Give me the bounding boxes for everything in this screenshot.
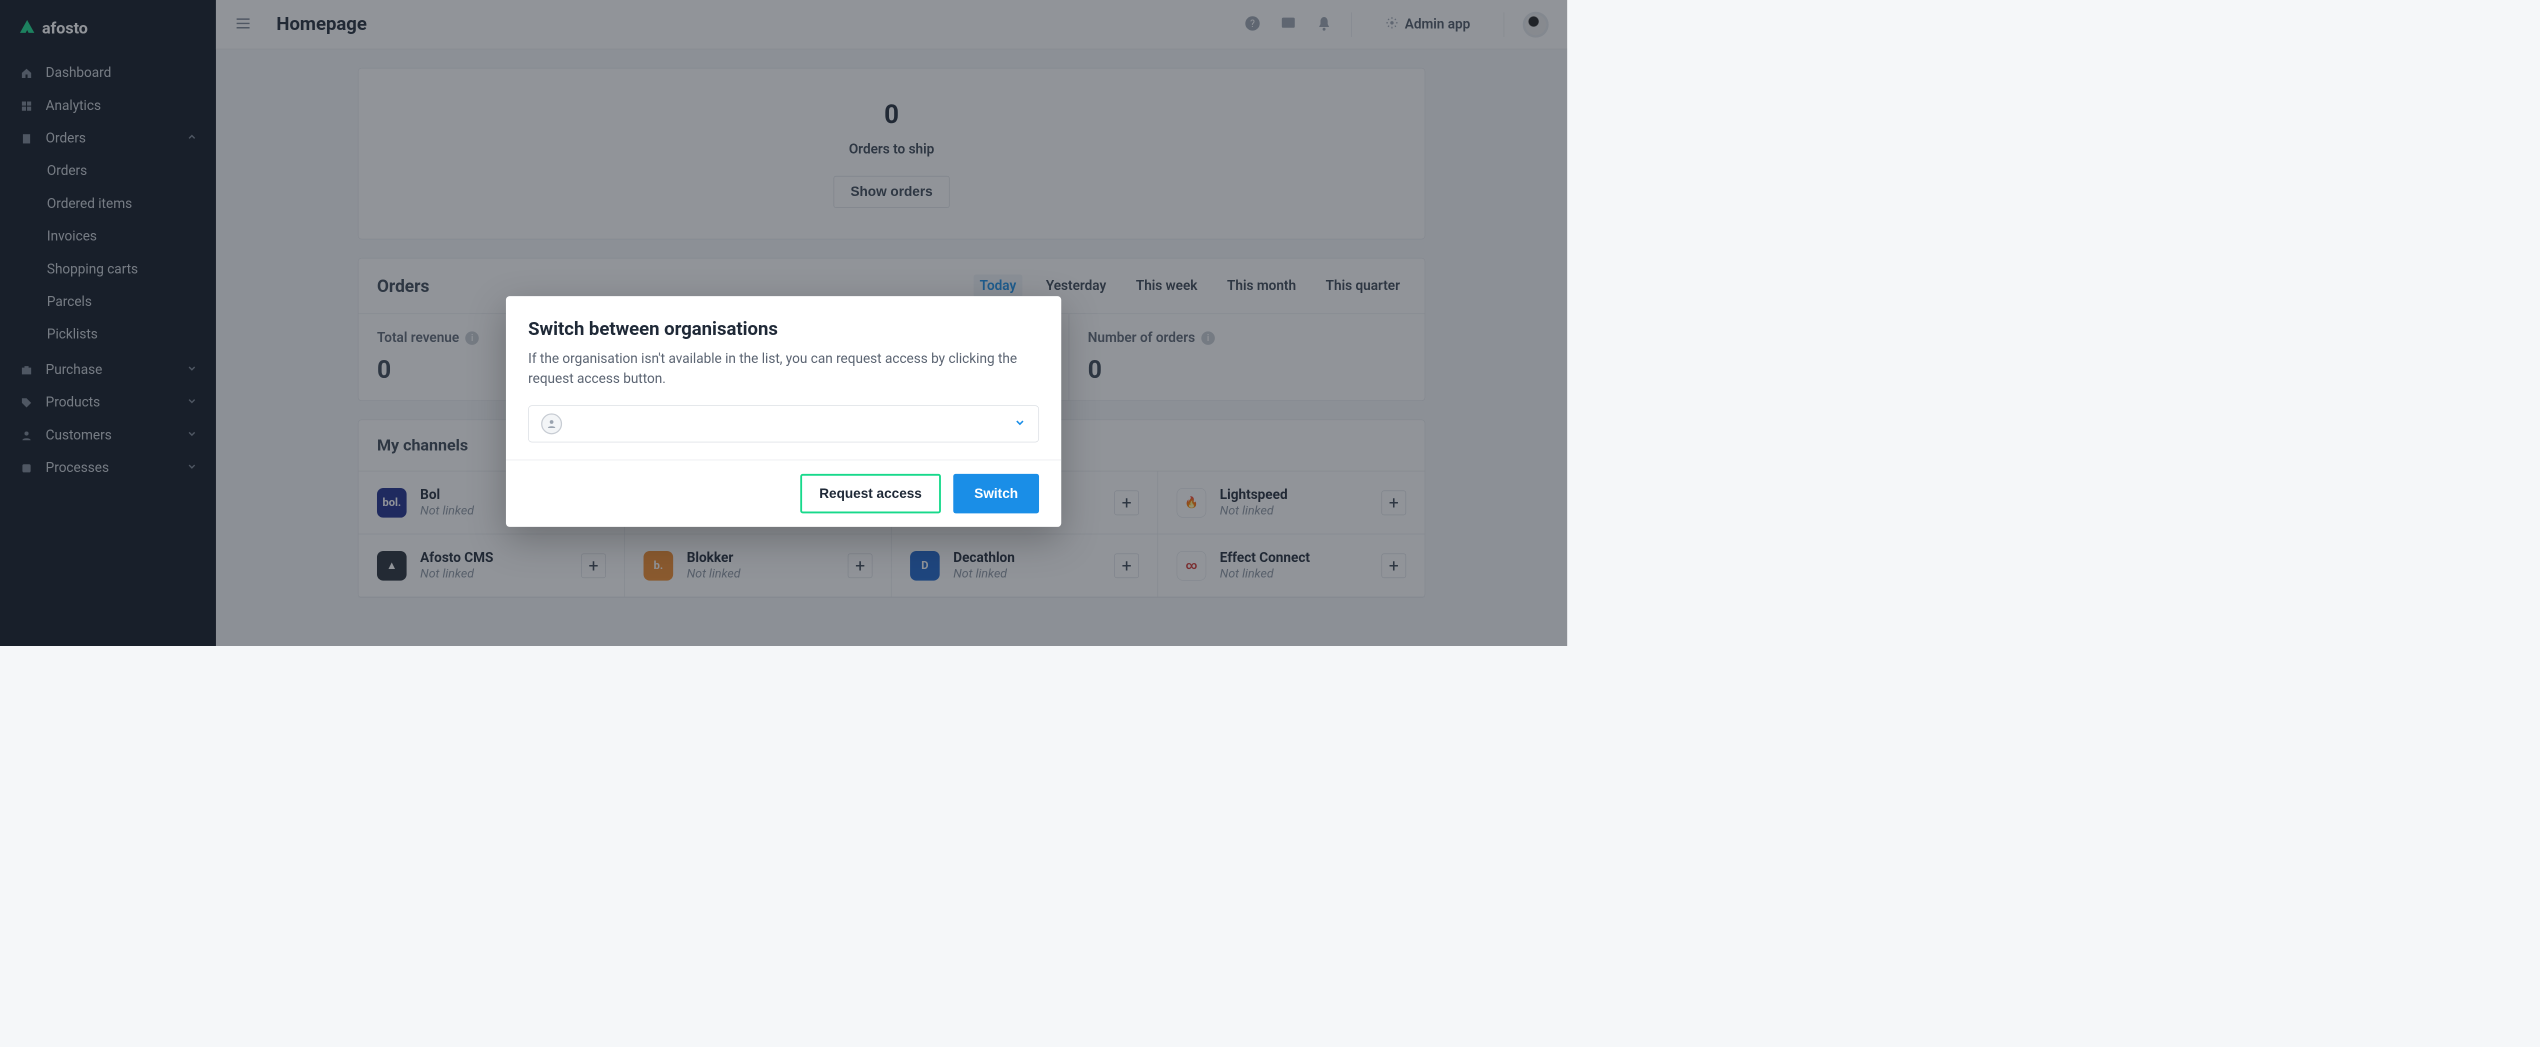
org-select[interactable] — [528, 405, 1039, 442]
modal-overlay[interactable]: Switch between organisations If the orga… — [0, 0, 1567, 646]
chevron-down-icon — [1014, 416, 1026, 431]
switch-button[interactable]: Switch — [953, 474, 1039, 513]
switch-org-modal: Switch between organisations If the orga… — [506, 296, 1061, 527]
request-access-button[interactable]: Request access — [800, 474, 941, 513]
person-icon — [541, 413, 562, 434]
modal-subtitle: If the organisation isn't available in t… — [528, 349, 1039, 390]
modal-title: Switch between organisations — [528, 318, 1039, 340]
